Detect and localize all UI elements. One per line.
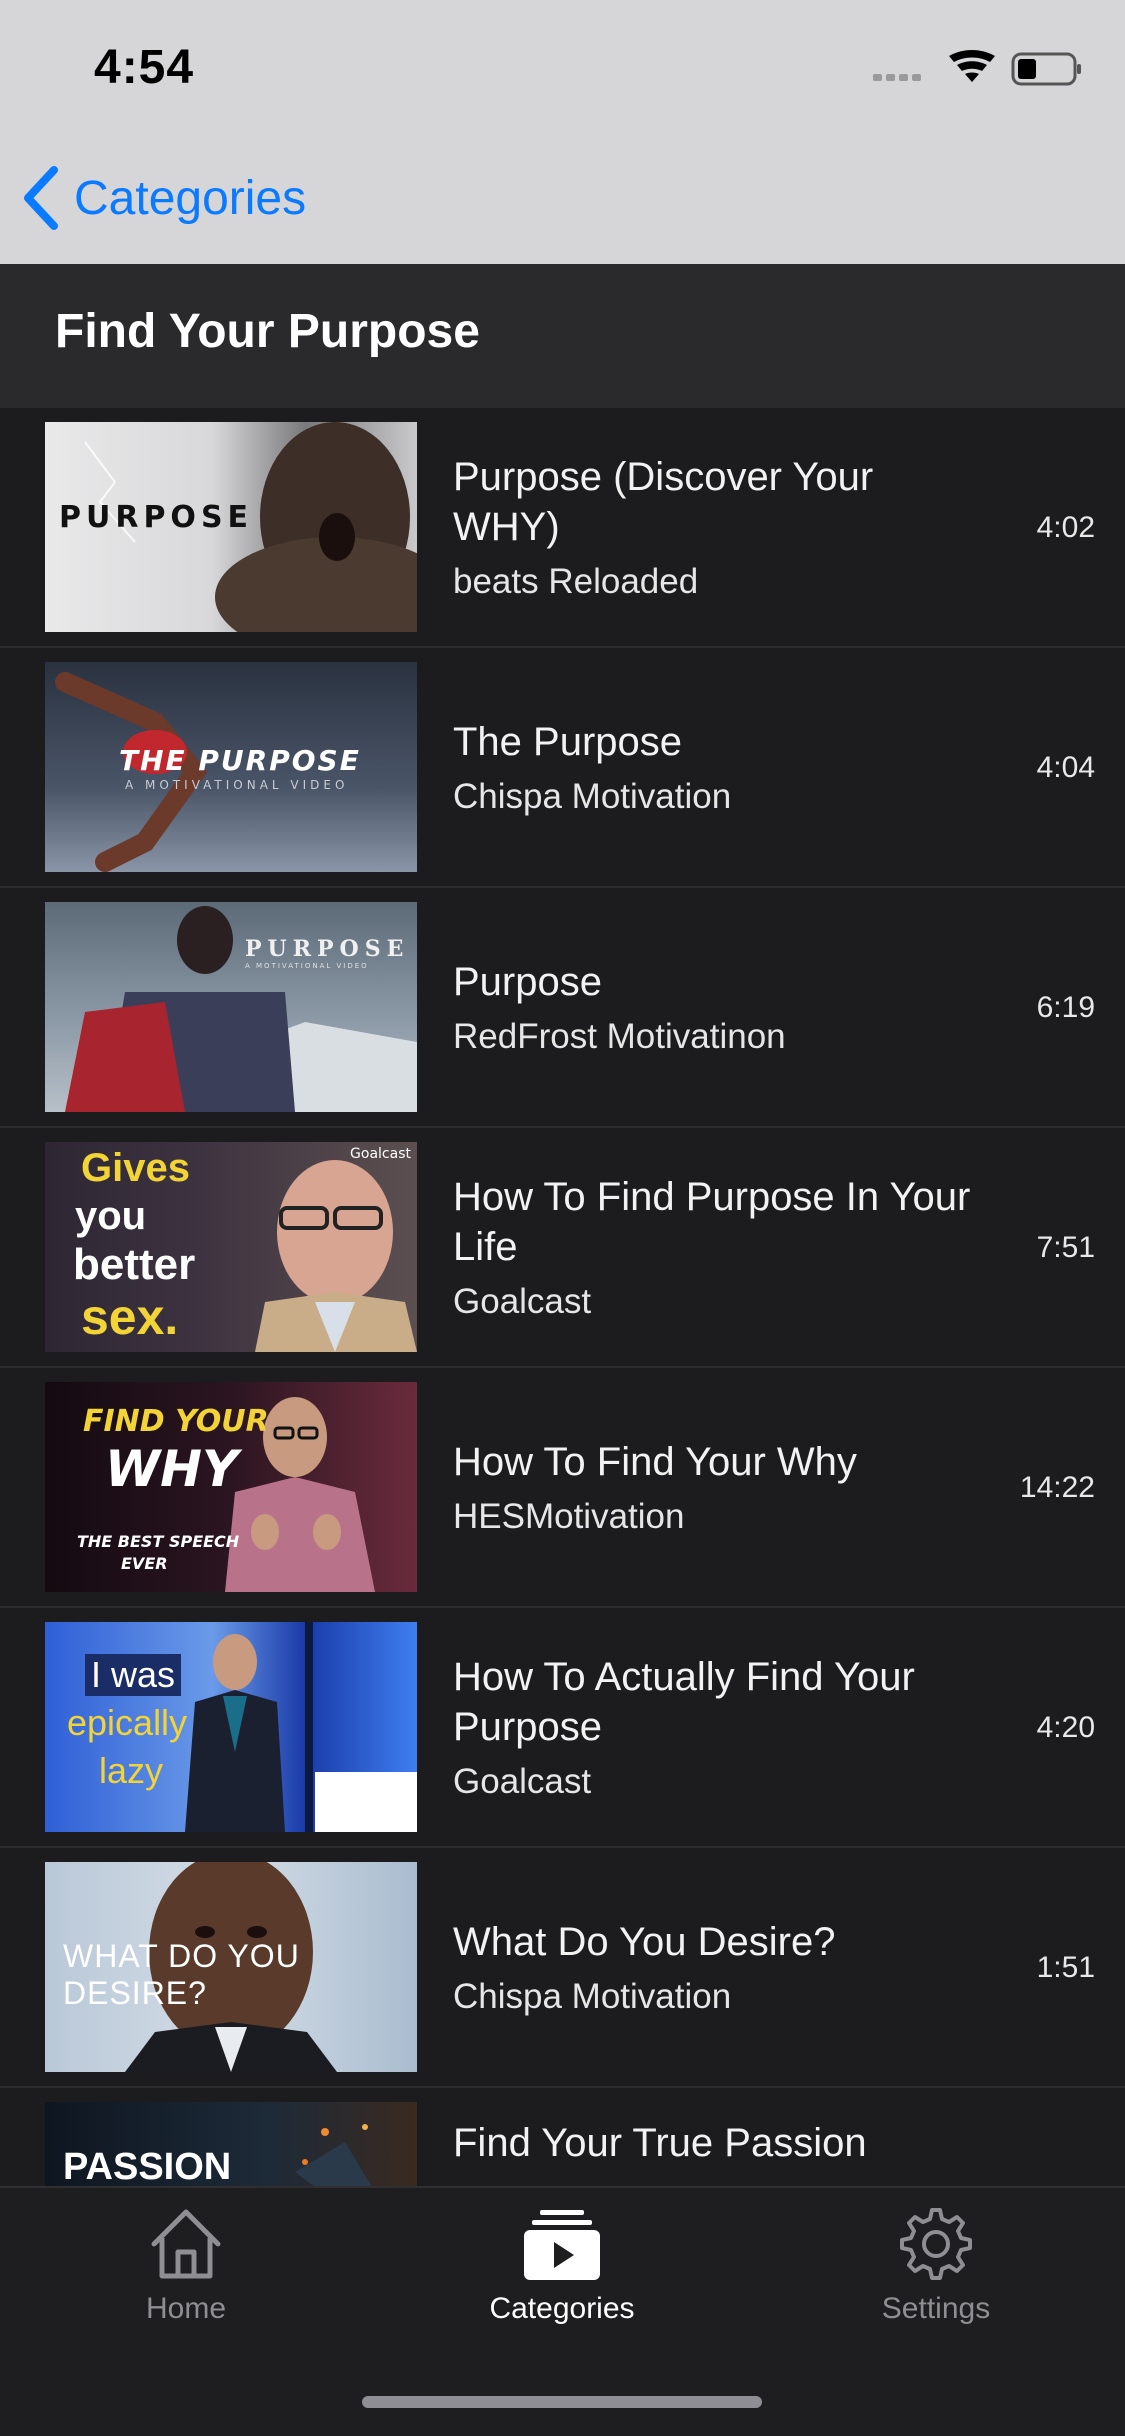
- tab-categories-label: Categories: [489, 2292, 635, 2325]
- thumbnail-line: epically: [67, 1702, 188, 1743]
- video-row[interactable]: THE PURPOSE A MOTIVATIONAL VIDEO The Pur…: [0, 648, 1125, 888]
- back-button-label: Categories: [74, 171, 307, 225]
- gear-icon: [900, 2208, 972, 2280]
- video-thumbnail: PURPOSE: [45, 422, 417, 632]
- thumbnail-caption: THE PURPOSE: [119, 744, 361, 777]
- tab-home-label: Home: [145, 2292, 227, 2325]
- video-channel: Chispa Motivation: [453, 777, 732, 816]
- video-title: Purpose: [453, 960, 602, 1004]
- video-title: How To Find Your Why: [453, 1440, 857, 1484]
- video-info: How To Find Purpose In Your Life Goalcas…: [453, 1128, 973, 1368]
- video-info: Find Your True Passion: [453, 2088, 973, 2186]
- video-info: Purpose (Discover Your WHY) beats Reload…: [453, 408, 973, 648]
- video-channel: Chispa Motivation: [453, 1977, 732, 2016]
- video-list[interactable]: PURPOSE Purpose (Discover Your WHY) beat…: [0, 408, 1125, 2186]
- video-channel: HESMotivation: [453, 1497, 685, 1536]
- video-row[interactable]: Gives you better sex. Goalcast How To Fi…: [0, 1128, 1125, 1368]
- video-duration: 1:51: [1036, 1951, 1095, 1984]
- page-title: Find Your Purpose: [55, 305, 480, 358]
- video-channel: RedFrost Motivatinon: [453, 1017, 786, 1056]
- video-row[interactable]: PURPOSE Purpose (Discover Your WHY) beat…: [0, 408, 1125, 648]
- video-title: The Purpose: [453, 720, 683, 764]
- video-duration: 4:20: [1036, 1711, 1095, 1744]
- video-thumbnail: I was epically lazy: [45, 1622, 417, 1832]
- status-time: 4:54: [94, 41, 195, 94]
- video-duration: 14:22: [1019, 1471, 1095, 1504]
- thumbnail-line: better: [73, 1240, 196, 1289]
- video-channel: Goalcast: [453, 1282, 592, 1321]
- video-row[interactable]: FIND YOUR WHY THE BEST SPEECH EVER How T…: [0, 1368, 1125, 1608]
- video-info: What Do You Desire? Chispa Motivation: [453, 1848, 973, 2088]
- tab-settings-label: Settings: [881, 2292, 991, 2325]
- thumbnail-line: FIND YOUR: [83, 1404, 269, 1439]
- tab-home[interactable]: Home: [56, 2206, 316, 2356]
- video-duration: 4:04: [1036, 751, 1095, 784]
- thumbnail-line: Gives: [81, 1146, 190, 1190]
- thumbnail-line: WHY: [105, 1440, 239, 1498]
- status-bar: 4:54: [0, 0, 1125, 132]
- video-duration: 4:02: [1036, 511, 1095, 544]
- video-thumbnail: THE PURPOSE A MOTIVATIONAL VIDEO: [45, 662, 417, 872]
- thumbnail-caption: PURPOSE: [245, 936, 410, 962]
- thumbnail-line: sex.: [81, 1289, 179, 1345]
- video-info: The Purpose Chispa Motivation: [453, 648, 973, 888]
- thumbnail-subcaption: A MOTIVATIONAL VIDEO: [125, 778, 349, 792]
- video-row[interactable]: PASSION Find Your True Passion: [0, 2088, 1125, 2186]
- thumbnail-caption: PURPOSE: [59, 500, 254, 535]
- video-duration: 6:19: [1036, 991, 1095, 1024]
- video-thumbnail: Gives you better sex. Goalcast: [45, 1142, 417, 1352]
- video-title: How To Actually Find Your Purpose: [453, 1655, 915, 1749]
- cellular-signal-icon: [873, 74, 921, 81]
- video-title: How To Find Purpose In Your Life: [453, 1175, 971, 1269]
- thumbnail-caption: WHAT DO YOU DESIRE?: [63, 1938, 300, 2011]
- video-row[interactable]: I was epically lazy How To Actually Find…: [0, 1608, 1125, 1848]
- section-header: Find Your Purpose: [0, 264, 1125, 408]
- wifi-icon: [949, 50, 995, 82]
- video-channel: Goalcast: [453, 1762, 592, 1801]
- home-indicator[interactable]: [362, 2396, 762, 2408]
- video-title: Find Your True Passion: [453, 2121, 867, 2165]
- video-title: Purpose (Discover Your WHY): [453, 455, 874, 549]
- video-thumbnail: FIND YOUR WHY THE BEST SPEECH EVER: [45, 1382, 417, 1592]
- thumbnail-line: EVER: [121, 1554, 168, 1573]
- house-icon: [151, 2209, 221, 2279]
- thumbnail-line: THE BEST SPEECH: [77, 1532, 240, 1551]
- tab-categories[interactable]: Categories: [432, 2206, 692, 2356]
- video-thumbnail: PURPOSE A MOTIVATIONAL VIDEO: [45, 902, 417, 1112]
- video-row[interactable]: PURPOSE A MOTIVATIONAL VIDEO Purpose Red…: [0, 888, 1125, 1128]
- thumbnail-caption: PASSION: [63, 2146, 232, 2186]
- play-stack-icon: [524, 2210, 600, 2280]
- video-row[interactable]: WHAT DO YOU DESIRE? What Do You Desire? …: [0, 1848, 1125, 2088]
- video-thumbnail: PASSION: [45, 2102, 417, 2186]
- video-channel: beats Reloaded: [453, 562, 699, 601]
- status-icons: [873, 50, 1081, 86]
- back-button[interactable]: Categories: [22, 166, 306, 230]
- thumbnail-subcaption: A MOTIVATIONAL VIDEO: [245, 962, 369, 970]
- navigation-bar: Categories: [0, 132, 1125, 264]
- thumbnail-art: [65, 906, 417, 1112]
- video-info: Purpose RedFrost Motivatinon: [453, 888, 973, 1128]
- video-duration: 7:51: [1036, 1231, 1095, 1264]
- chevron-left-icon: [24, 166, 58, 230]
- battery-icon: [1011, 52, 1081, 86]
- tab-settings[interactable]: Settings: [806, 2206, 1066, 2356]
- thumbnail-brand: Goalcast: [350, 1146, 411, 1162]
- video-title: What Do You Desire?: [453, 1920, 836, 1964]
- thumbnail-line: lazy: [99, 1750, 164, 1791]
- video-info: How To Find Your Why HESMotivation: [453, 1368, 973, 1608]
- thumbnail-line: I was: [85, 1654, 182, 1696]
- video-info: How To Actually Find Your Purpose Goalca…: [453, 1608, 973, 1848]
- video-thumbnail: WHAT DO YOU DESIRE?: [45, 1862, 417, 2072]
- thumbnail-line: you: [75, 1194, 147, 1238]
